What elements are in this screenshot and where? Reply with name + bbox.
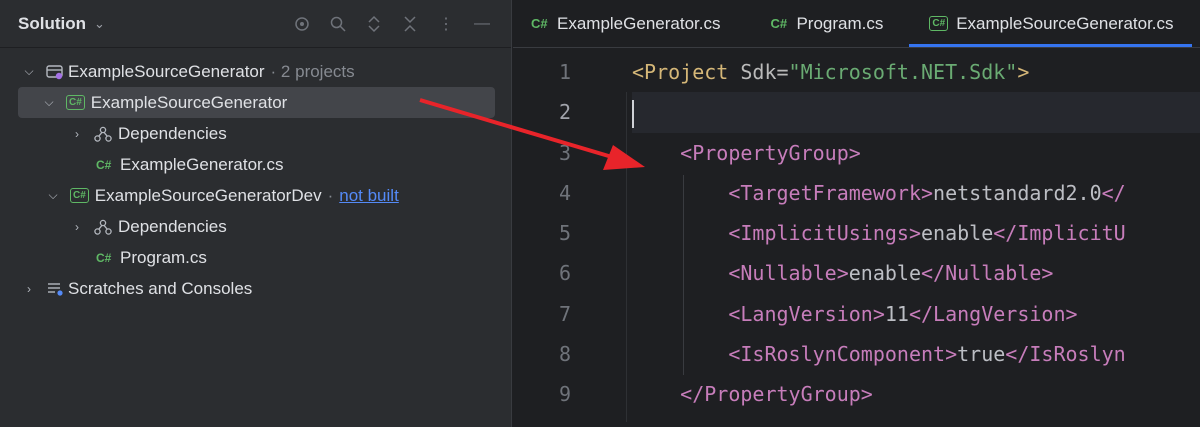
tree-item-label: ExampleSourceGenerator <box>68 61 265 81</box>
dependencies-icon <box>94 126 112 142</box>
csharp-file-icon: C# <box>96 250 112 265</box>
solution-panel: Solution ⌄ ⋮ — ⌵ ExampleSourceGenerator … <box>0 0 512 427</box>
tree-item-scratches[interactable]: › Scratches and Consoles <box>0 273 511 304</box>
csharp-project-icon: C# <box>66 95 85 110</box>
xml-tag: <IsRoslynComponent> <box>728 342 958 367</box>
dependencies-icon <box>94 219 112 235</box>
tree-item-file[interactable]: C# Program.cs <box>0 242 511 273</box>
line-number: 5 <box>558 221 571 246</box>
csharp-project-icon: C# <box>929 16 949 31</box>
xml-tag: </LangVersion> <box>908 301 1078 326</box>
xml-tag: </ <box>1101 180 1126 205</box>
xml-tag: > <box>1017 60 1030 84</box>
locate-icon[interactable] <box>291 13 313 35</box>
code-line: <Project Sdk="Microsoft.NET.Sdk"> <box>632 52 1200 92</box>
line-number: 1 <box>558 60 571 84</box>
separator-dot: · <box>327 185 334 205</box>
xml-text: netstandard2.0 <box>933 180 1102 205</box>
collapse-all-icon[interactable] <box>399 13 421 35</box>
code-line: </PropertyGroup> <box>632 374 1200 414</box>
text-caret <box>632 99 634 128</box>
solution-tree: ⌵ ExampleSourceGenerator · 2 projects ⌵ … <box>0 56 511 304</box>
chevron-right-icon[interactable]: › <box>22 282 36 296</box>
code-line: <IsRoslynComponent>true</IsRoslyn <box>632 334 1200 374</box>
tree-item-label: Scratches and Consoles <box>68 278 253 298</box>
tree-item-dependencies[interactable]: › Dependencies <box>0 211 511 242</box>
line-number: 3 <box>558 140 571 165</box>
tree-item-project-dev[interactable]: ⌵ C# ExampleSourceGeneratorDev · not bui… <box>0 180 511 211</box>
expand-all-icon[interactable] <box>363 13 385 35</box>
xml-attr: Sdk= <box>728 60 789 84</box>
xml-tag: <Nullable> <box>728 261 849 286</box>
tree-item-label: ExampleGenerator.cs <box>120 154 284 174</box>
xml-tag: <ImplicitUsings> <box>728 221 921 246</box>
line-number: 7 <box>558 301 571 326</box>
chevron-down-icon[interactable]: ⌄ <box>94 16 105 32</box>
code-line: <ImplicitUsings>enable</ImplicitU <box>632 213 1200 253</box>
gutter-divider <box>626 92 627 422</box>
search-icon[interactable] <box>327 13 349 35</box>
tree-item-project[interactable]: ⌵ C# ExampleSourceGenerator <box>18 87 495 118</box>
tab-label: ExampleSourceGenerator.cs <box>956 13 1174 33</box>
tab-program[interactable]: C# Program.cs <box>738 0 901 47</box>
solution-header: Solution ⌄ ⋮ — <box>0 0 511 48</box>
csharp-file-icon: C# <box>770 16 788 31</box>
xml-text: 11 <box>884 301 909 326</box>
csharp-file-icon: C# <box>531 16 548 31</box>
chevron-right-icon[interactable]: › <box>70 220 84 234</box>
line-number: 6 <box>558 261 571 286</box>
chevron-right-icon[interactable]: › <box>70 127 84 141</box>
xml-tag: </IsRoslyn <box>1005 342 1126 367</box>
line-number-gutter: 1 2 3 4 5 6 7 8 9 <box>513 52 623 415</box>
line-number: 8 <box>558 342 571 367</box>
xml-tag: <Project <box>632 60 729 84</box>
tab-label: ExampleGenerator.cs <box>557 13 721 33</box>
line-number: 9 <box>558 382 571 407</box>
xml-text: enable <box>920 221 994 246</box>
csharp-project-icon: C# <box>70 188 89 203</box>
panel-toolbar: ⋮ — <box>291 13 493 35</box>
tree-item-label: Dependencies <box>118 216 227 236</box>
chevron-down-icon[interactable]: ⌵ <box>42 95 56 110</box>
xml-tag: </ImplicitU <box>993 221 1126 246</box>
tab-example-source-generator[interactable]: C# ExampleSourceGenerator.cs <box>901 0 1192 47</box>
project-count: · 2 projects <box>270 61 355 81</box>
xml-tag: </Nullable> <box>921 261 1054 286</box>
more-options-icon[interactable]: ⋮ <box>435 13 457 35</box>
line-number: 4 <box>558 180 571 205</box>
code-line: <PropertyGroup> <box>632 133 1200 173</box>
xml-tag: <LangVersion> <box>728 301 885 326</box>
xml-tag: <PropertyGroup> <box>680 140 861 165</box>
line-number: 2 <box>558 100 571 125</box>
xml-tag: </PropertyGroup> <box>680 382 873 407</box>
scratches-icon <box>46 281 64 297</box>
tree-item-label: ExampleSourceGenerator <box>90 92 288 112</box>
not-built-link[interactable]: not built <box>339 186 399 206</box>
tree-item-label: Program.cs <box>120 247 207 267</box>
tab-label: Program.cs <box>796 13 884 33</box>
xml-text: true <box>957 342 1006 367</box>
tree-item-label: Dependencies <box>118 123 227 143</box>
solution-icon <box>46 64 64 80</box>
minimize-icon[interactable]: — <box>471 13 493 35</box>
code-line: <LangVersion>11</LangVersion> <box>632 294 1200 334</box>
xml-text: enable <box>848 261 921 286</box>
xml-attr-value: "Microsoft.NET.Sdk" <box>788 60 1018 84</box>
code-line: <TargetFramework>netstandard2.0</ <box>632 173 1200 213</box>
csharp-file-icon: C# <box>96 157 112 172</box>
tree-item-label: ExampleSourceGeneratorDev <box>94 185 322 205</box>
tree-item-dependencies[interactable]: › Dependencies <box>0 118 511 149</box>
code-view[interactable]: <Project Sdk="Microsoft.NET.Sdk"> <Prope… <box>632 52 1200 415</box>
code-line: <Nullable>enable</Nullable> <box>632 253 1200 293</box>
code-line-current <box>632 92 1200 133</box>
tree-item-file[interactable]: C# ExampleGenerator.cs <box>0 149 511 180</box>
solution-title[interactable]: Solution <box>18 14 86 34</box>
chevron-down-icon[interactable]: ⌵ <box>22 64 36 79</box>
editor-area: C# ExampleGenerator.cs C# Program.cs C# … <box>513 0 1200 427</box>
tree-item-solution[interactable]: ⌵ ExampleSourceGenerator · 2 projects <box>0 56 511 87</box>
chevron-down-icon[interactable]: ⌵ <box>46 188 60 203</box>
editor-tabs: C# ExampleGenerator.cs C# Program.cs C# … <box>513 0 1200 48</box>
xml-tag: <TargetFramework> <box>728 180 934 205</box>
tab-example-generator[interactable]: C# ExampleGenerator.cs <box>513 0 738 47</box>
